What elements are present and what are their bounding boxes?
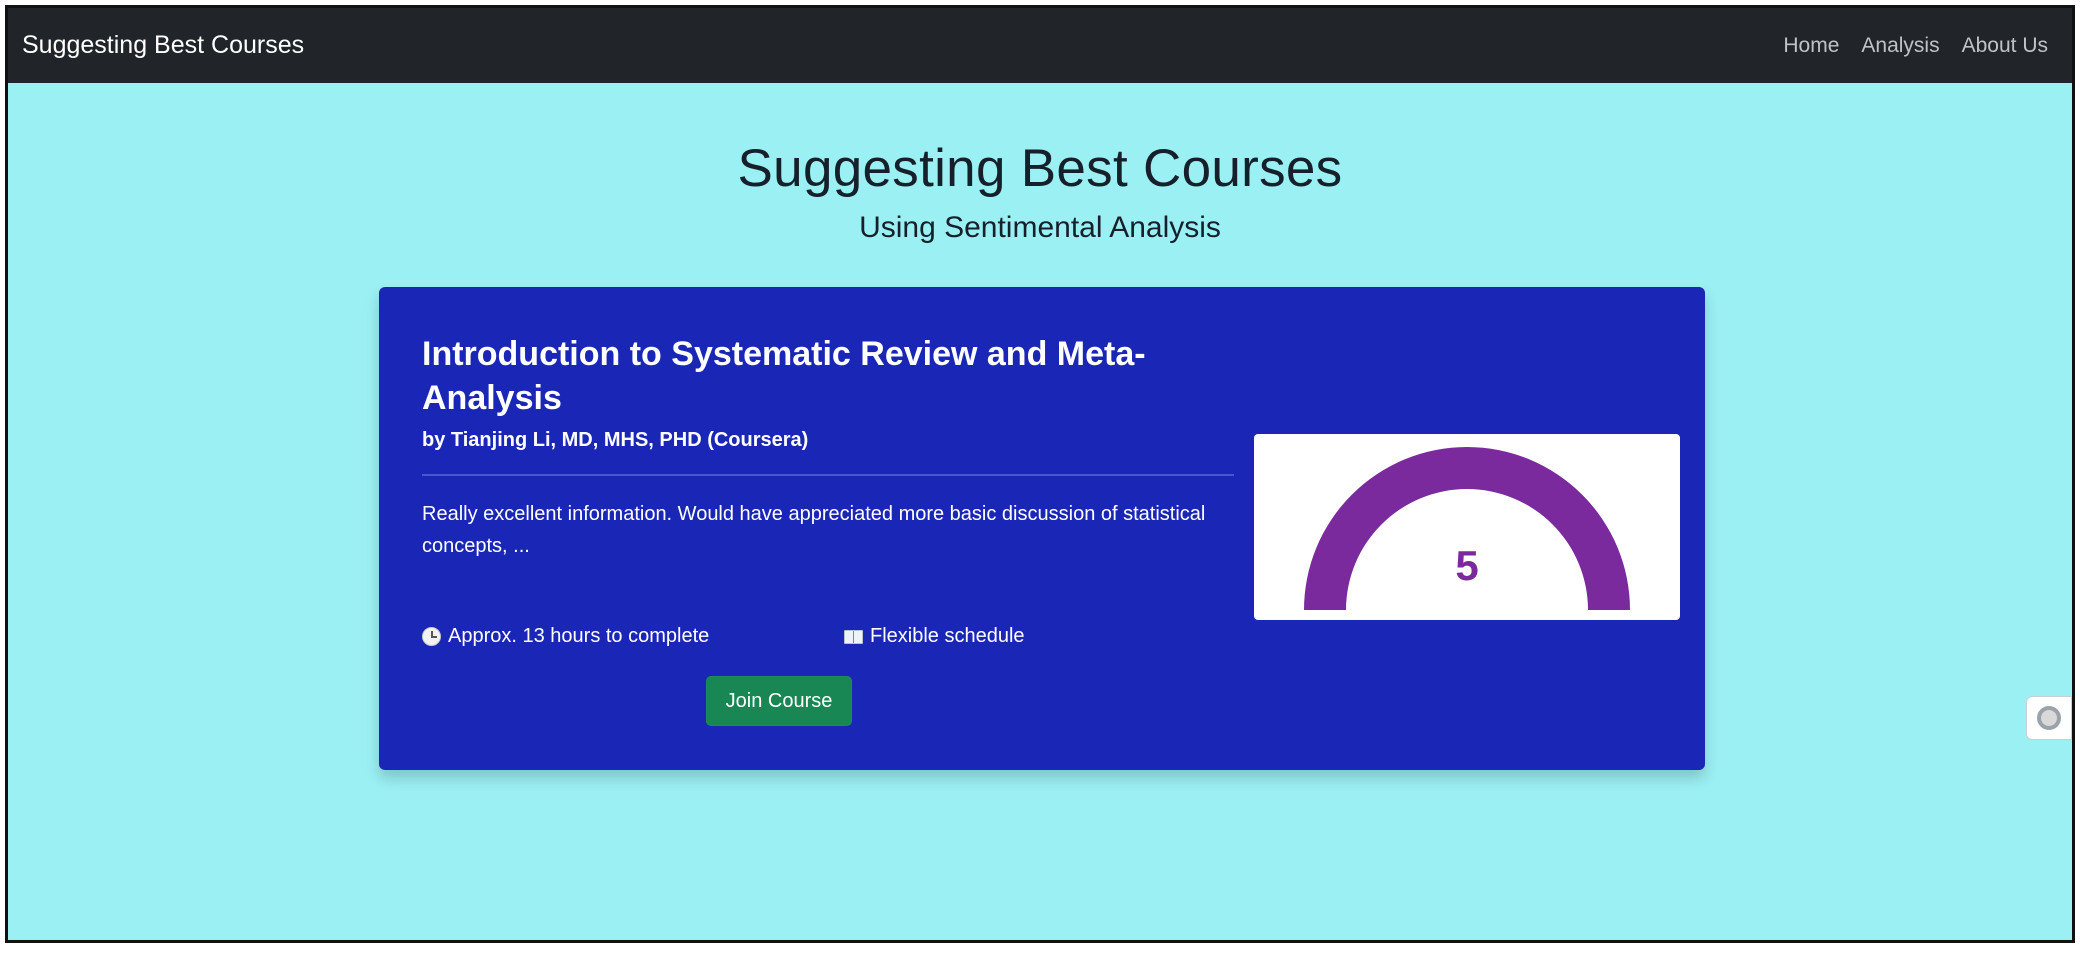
circle-widget-icon bbox=[2037, 706, 2061, 730]
course-duration-label: Approx. 13 hours to complete bbox=[448, 625, 710, 647]
join-course-button[interactable]: Join Course bbox=[706, 676, 852, 726]
book-icon bbox=[844, 629, 863, 644]
course-duration: Approx. 13 hours to complete bbox=[422, 625, 709, 648]
course-schedule-label: Flexible schedule bbox=[870, 625, 1025, 647]
card-divider bbox=[422, 474, 1234, 476]
gauge-chart bbox=[1304, 447, 1630, 610]
gauge-value: 5 bbox=[1455, 542, 1479, 589]
nav-link-analysis[interactable]: Analysis bbox=[1861, 34, 1939, 58]
page-subtitle: Using Sentimental Analysis bbox=[859, 211, 1221, 244]
side-floating-widget[interactable] bbox=[2026, 696, 2072, 740]
nav-link-home[interactable]: Home bbox=[1783, 34, 1839, 58]
clock-icon bbox=[422, 627, 441, 646]
top-navbar: Suggesting Best Courses Home Analysis Ab… bbox=[8, 8, 2072, 83]
app-frame: Suggesting Best Courses Home Analysis Ab… bbox=[5, 5, 2075, 943]
nav-link-about-us[interactable]: About Us bbox=[1962, 34, 2048, 58]
course-schedule: Flexible schedule bbox=[844, 625, 1025, 648]
rating-gauge: 5 bbox=[1254, 434, 1680, 620]
course-title: Introduction to Systematic Review and Me… bbox=[422, 335, 1146, 417]
course-card: Introduction to Systematic Review and Me… bbox=[379, 287, 1705, 770]
course-review: Really excellent information. Would have… bbox=[422, 503, 1206, 557]
nav-links: Home Analysis About Us bbox=[1783, 34, 2048, 58]
course-author: by Tianjing Li, MD, MHS, PHD (Coursera) bbox=[422, 429, 809, 451]
page-title: Suggesting Best Courses bbox=[737, 139, 1343, 198]
navbar-brand[interactable]: Suggesting Best Courses bbox=[22, 31, 304, 60]
